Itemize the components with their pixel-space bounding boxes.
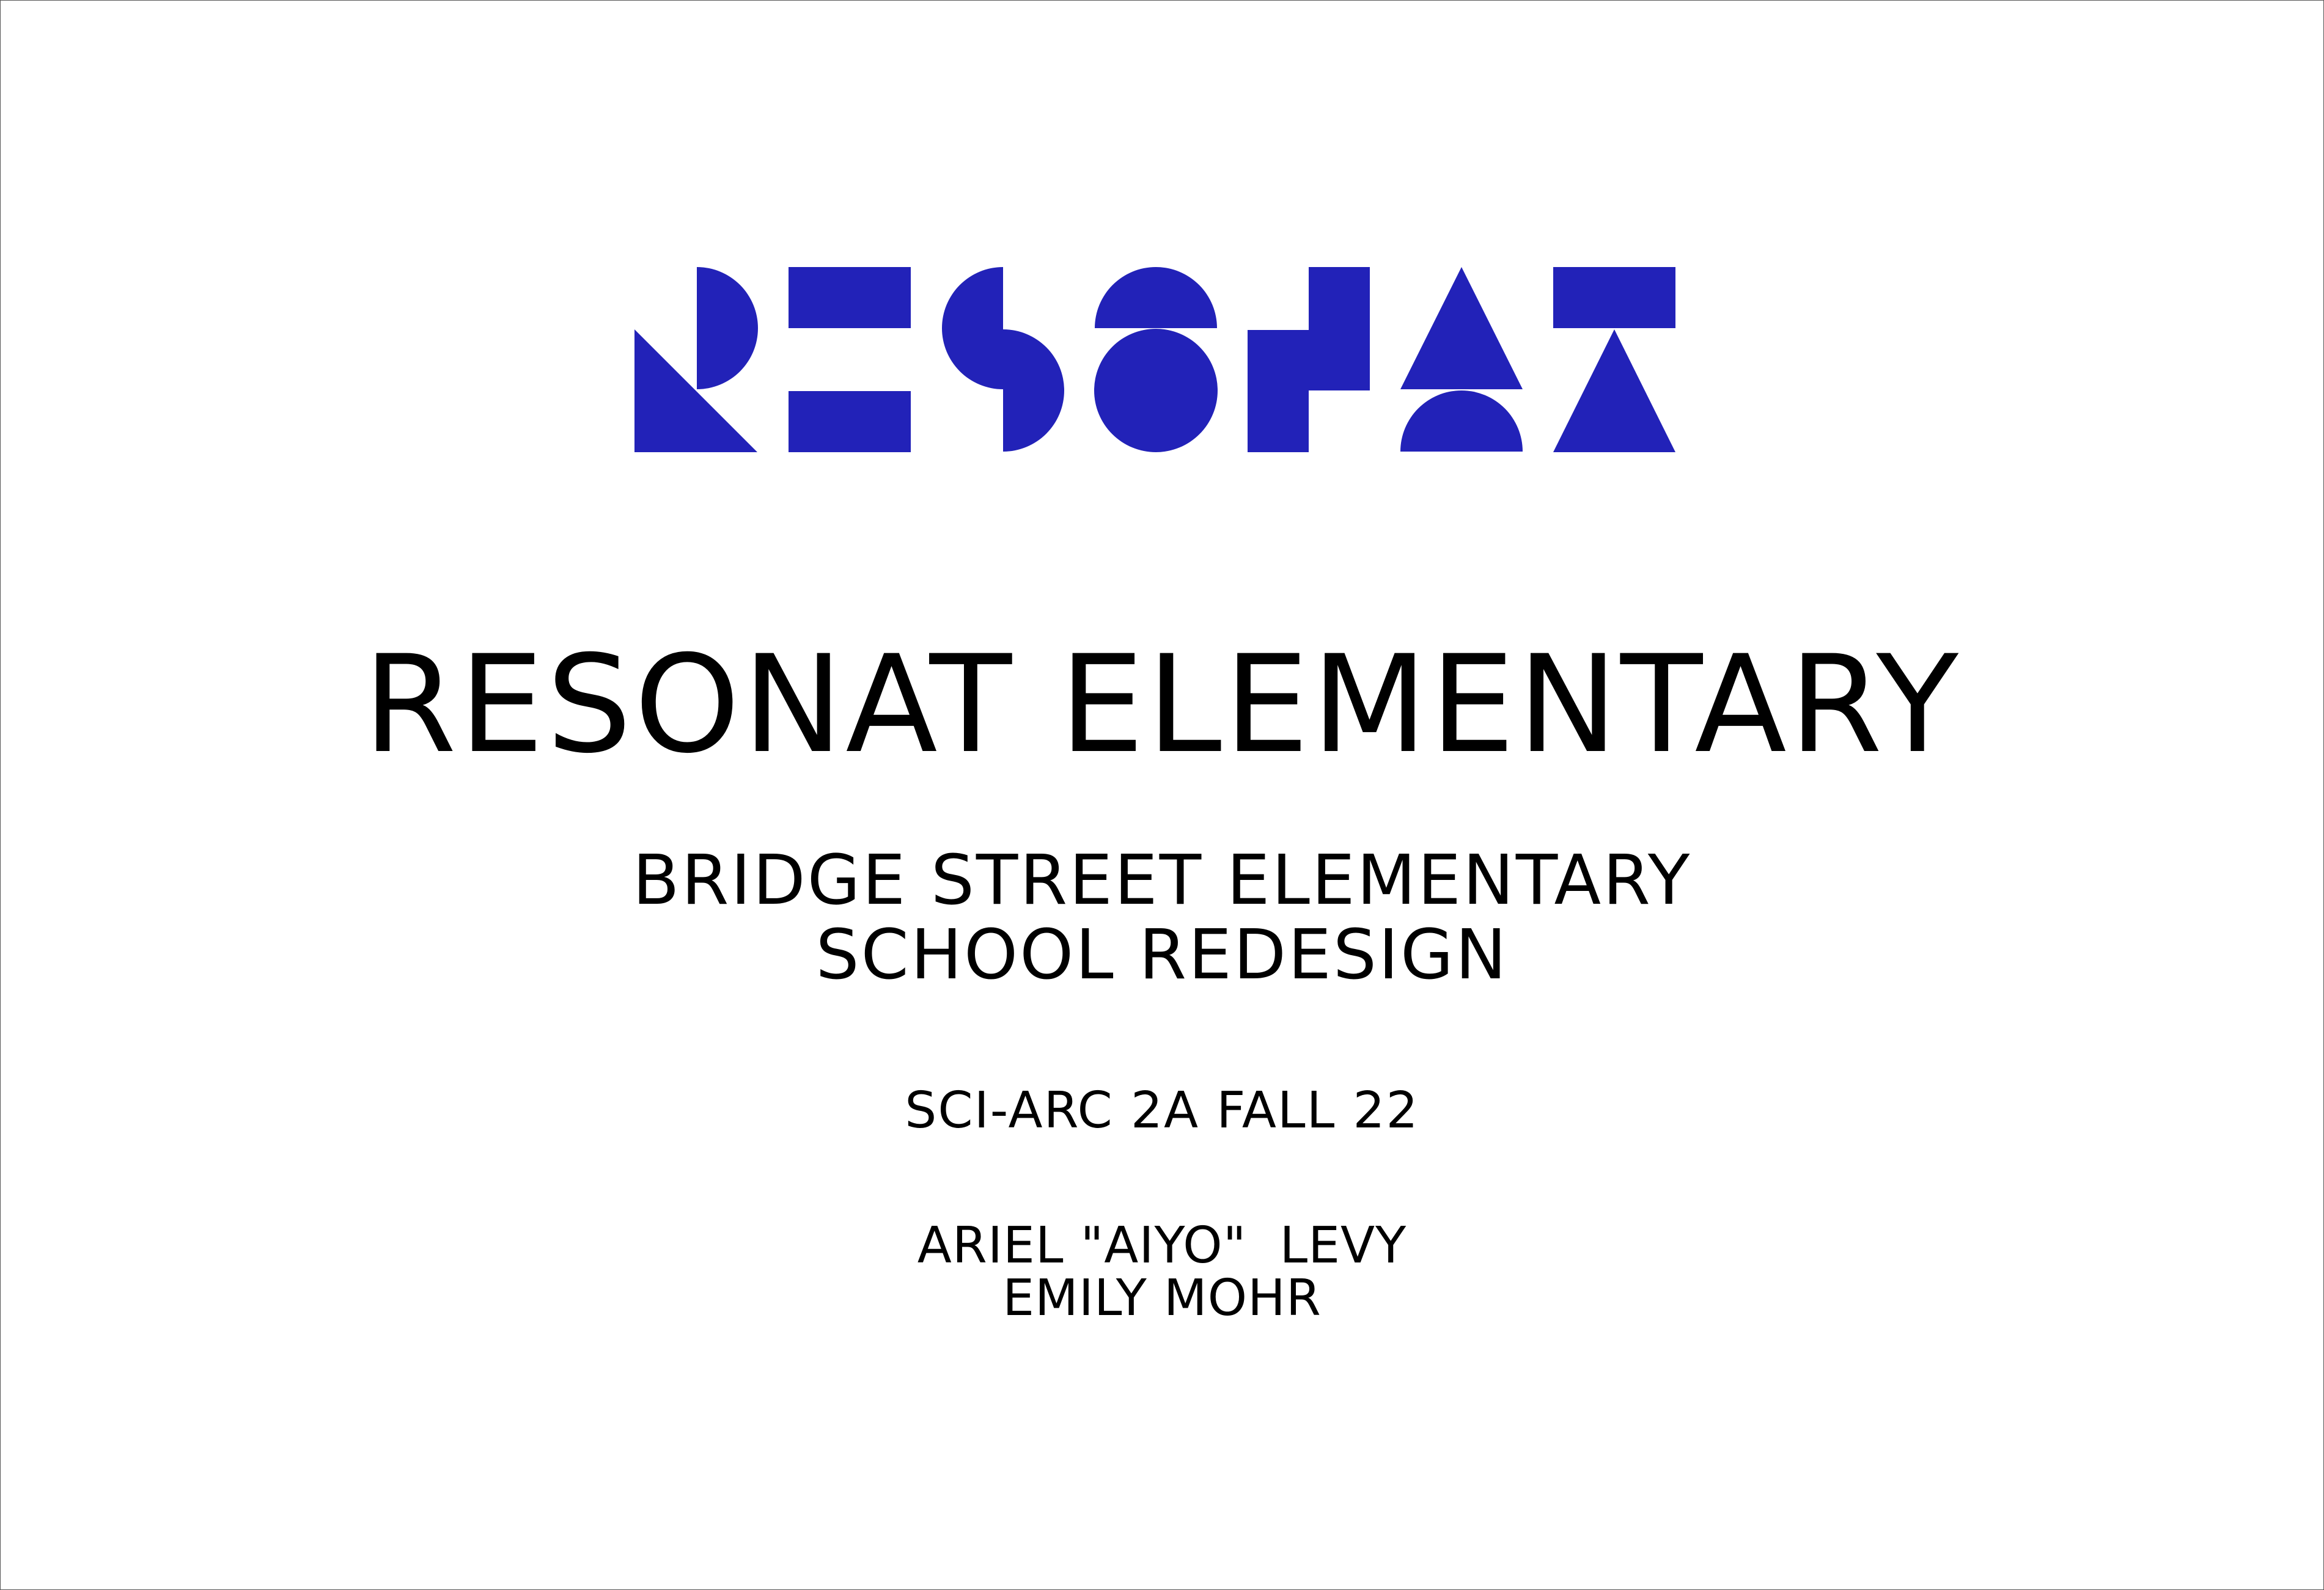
page-border: [0, 0, 2324, 1590]
logo-letter-r-bowl: [697, 267, 758, 389]
logo-letter-e-bottom: [789, 391, 911, 452]
logo-letter-s-top: [942, 267, 1003, 389]
resonat-logo: [634, 267, 1677, 453]
author-name: ARIEL "AIYO" LEVY: [917, 1217, 1407, 1275]
course-label: SCI-ARC 2A FALL 22: [905, 1082, 1419, 1140]
project-subtitle: BRIDGE STREET ELEMENTARY SCHOOL REDESIGN: [0, 843, 2324, 992]
logo-letter-a-dome: [1400, 390, 1523, 452]
logo-letter-t-bar: [1553, 267, 1675, 328]
resonat-logo-glyphs: [634, 267, 1675, 452]
subtitle-line-1: BRIDGE STREET ELEMENTARY: [632, 841, 1692, 920]
logo-letter-o-top: [1095, 267, 1217, 328]
logo-letter-s-bottom: [1003, 329, 1064, 452]
authors-block: ARIEL "AIYO" LEVY EMILY MOHR: [0, 1220, 2324, 1325]
logo-letter-o-circle: [1094, 329, 1218, 452]
page-title: RESONAT ELEMENTARY: [363, 626, 1961, 783]
author-name: EMILY MOHR: [1002, 1269, 1322, 1327]
logo-letter-n-left: [1248, 330, 1309, 452]
logo-letter-a-triangle: [1400, 267, 1523, 389]
subtitle-line-2: SCHOOL REDESIGN: [815, 915, 1509, 995]
logo-letter-n-right: [1309, 267, 1370, 390]
logo-letter-e-top: [789, 267, 911, 328]
logo-letter-t-triangle: [1553, 329, 1675, 452]
